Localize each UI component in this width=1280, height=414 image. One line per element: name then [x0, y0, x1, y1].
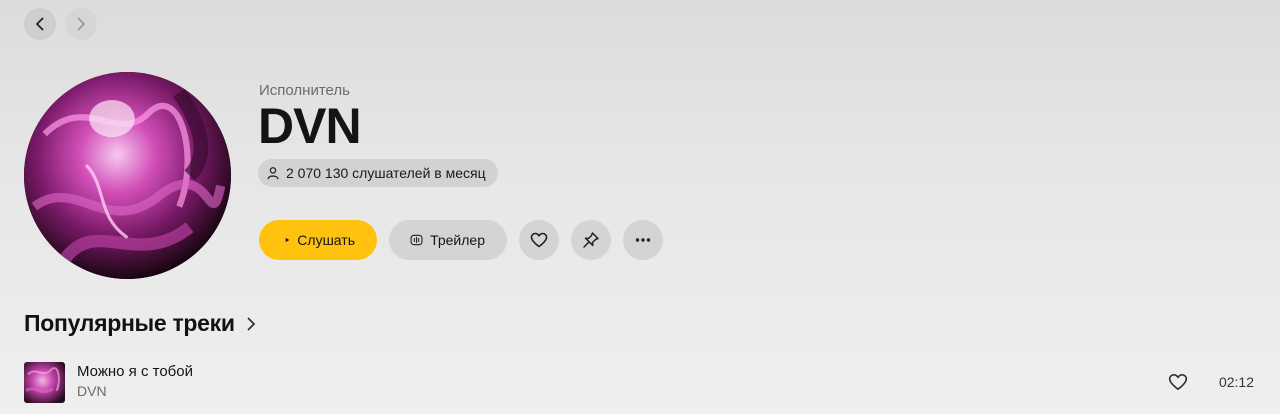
- heart-icon: [530, 232, 548, 248]
- trailer-button[interactable]: Трейлер: [389, 220, 507, 260]
- artist-avatar: [24, 72, 231, 279]
- chevron-left-icon: [36, 17, 44, 31]
- track-duration: 02:12: [1218, 374, 1254, 390]
- back-button[interactable]: [24, 8, 56, 40]
- artist-name: DVN: [258, 98, 362, 154]
- like-button[interactable]: [519, 220, 559, 260]
- user-icon: [267, 167, 279, 180]
- play-icon: [285, 237, 290, 243]
- more-button[interactable]: [623, 220, 663, 260]
- track-row[interactable]: Можно я с тобой DVN 02:12: [24, 362, 1256, 404]
- pin-button[interactable]: [571, 220, 611, 260]
- heart-icon[interactable]: [1168, 372, 1188, 392]
- popular-tracks-title: Популярные треки: [24, 310, 235, 336]
- artist-type-label: Исполнитель: [259, 82, 350, 99]
- play-button[interactable]: Слушать: [259, 220, 377, 260]
- listeners-text: 2 070 130 слушателей в месяц: [286, 165, 486, 181]
- play-button-label: Слушать: [297, 232, 355, 248]
- waveform-icon: [410, 234, 423, 246]
- artist-actions: Слушать Трейлер: [259, 220, 663, 260]
- trailer-button-label: Трейлер: [430, 232, 485, 248]
- more-dots-icon: [635, 238, 651, 242]
- chevron-right-icon: [247, 317, 255, 330]
- popular-tracks-header[interactable]: Популярные треки: [24, 310, 259, 337]
- track-title[interactable]: Можно я с тобой: [77, 363, 193, 380]
- track-cover: [24, 362, 65, 403]
- listeners-badge: 2 070 130 слушателей в месяц: [258, 159, 498, 187]
- track-artist[interactable]: DVN: [77, 383, 107, 399]
- pin-icon: [583, 232, 599, 248]
- chevron-right-icon: [77, 17, 85, 31]
- forward-button[interactable]: [65, 8, 97, 40]
